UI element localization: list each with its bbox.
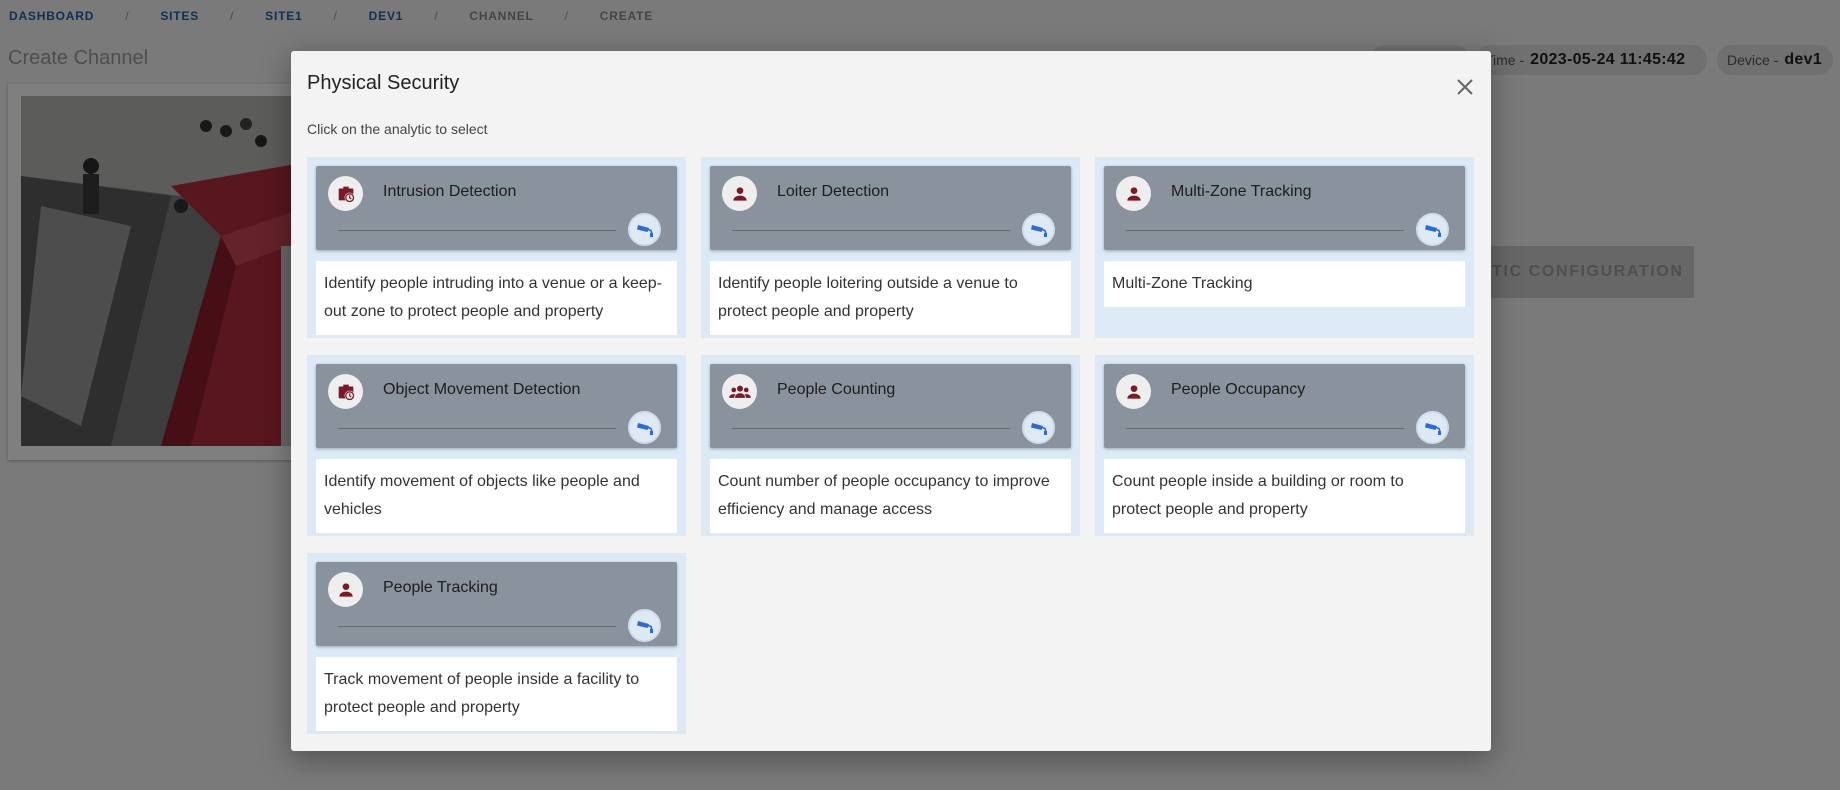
analytic-card-multi-zone-tracking[interactable]: Multi-Zone Tracking Multi-Zone Tracking xyxy=(1095,157,1474,338)
card-description: Count people inside a building or room t… xyxy=(1104,459,1465,533)
card-header: People Tracking xyxy=(316,562,677,646)
card-header: Multi-Zone Tracking xyxy=(1104,166,1465,250)
group-icon xyxy=(722,374,757,409)
analytic-card-loiter-detection[interactable]: Loiter Detection Identify people loiteri… xyxy=(701,157,1080,338)
card-title: People Counting xyxy=(777,381,896,398)
card-description: Identify people loitering outside a venu… xyxy=(710,261,1071,335)
cctv-camera-icon xyxy=(628,411,661,444)
briefcase-clock-icon xyxy=(328,176,363,211)
analytic-card-people-tracking[interactable]: People Tracking Track movement of people… xyxy=(307,553,686,734)
divider xyxy=(732,428,1010,429)
person-icon xyxy=(328,572,363,607)
divider xyxy=(338,626,616,627)
dialog-subtitle: Click on the analytic to select xyxy=(307,121,488,137)
card-title: Intrusion Detection xyxy=(383,183,517,200)
divider xyxy=(338,428,616,429)
card-description: Count number of people occupancy to impr… xyxy=(710,459,1071,533)
cctv-camera-icon xyxy=(628,213,661,246)
analytic-card-intrusion-detection[interactable]: Intrusion Detection Identify people intr… xyxy=(307,157,686,338)
card-title: Object Movement Detection xyxy=(383,381,581,398)
briefcase-clock-icon xyxy=(328,374,363,409)
cctv-camera-icon xyxy=(1022,411,1055,444)
cctv-camera-icon xyxy=(1416,411,1449,444)
card-description: Identify people intruding into a venue o… xyxy=(316,261,677,335)
card-title: People Tracking xyxy=(383,579,498,596)
card-title: People Occupancy xyxy=(1171,381,1306,398)
person-icon xyxy=(1116,374,1151,409)
card-description: Identify movement of objects like people… xyxy=(316,459,677,533)
physical-security-dialog: Physical Security Click on the analytic … xyxy=(291,51,1491,751)
card-header: Object Movement Detection xyxy=(316,364,677,448)
divider xyxy=(338,230,616,231)
card-title: Multi-Zone Tracking xyxy=(1171,183,1312,200)
card-title: Loiter Detection xyxy=(777,183,890,200)
person-icon xyxy=(1116,176,1151,211)
cctv-camera-icon xyxy=(628,609,661,642)
card-header: People Occupancy xyxy=(1104,364,1465,448)
card-header: Intrusion Detection xyxy=(316,166,677,250)
dialog-title: Physical Security xyxy=(307,72,460,94)
divider xyxy=(732,230,1010,231)
divider xyxy=(1126,428,1404,429)
cctv-camera-icon xyxy=(1416,213,1449,246)
card-header: Loiter Detection xyxy=(710,166,1071,250)
divider xyxy=(1126,230,1404,231)
analytic-card-people-occupancy[interactable]: People Occupancy Count people inside a b… xyxy=(1095,355,1474,536)
card-header: People Counting xyxy=(710,364,1071,448)
card-description: Multi-Zone Tracking xyxy=(1104,261,1465,307)
analytic-card-people-counting[interactable]: People Counting Count number of people o… xyxy=(701,355,1080,536)
cctv-camera-icon xyxy=(1022,213,1055,246)
card-description: Track movement of people inside a facili… xyxy=(316,657,677,731)
person-icon xyxy=(722,176,757,211)
analytic-card-object-movement-detection[interactable]: Object Movement Detection Identify movem… xyxy=(307,355,686,536)
close-icon xyxy=(1457,79,1473,95)
close-button[interactable] xyxy=(1450,72,1480,102)
